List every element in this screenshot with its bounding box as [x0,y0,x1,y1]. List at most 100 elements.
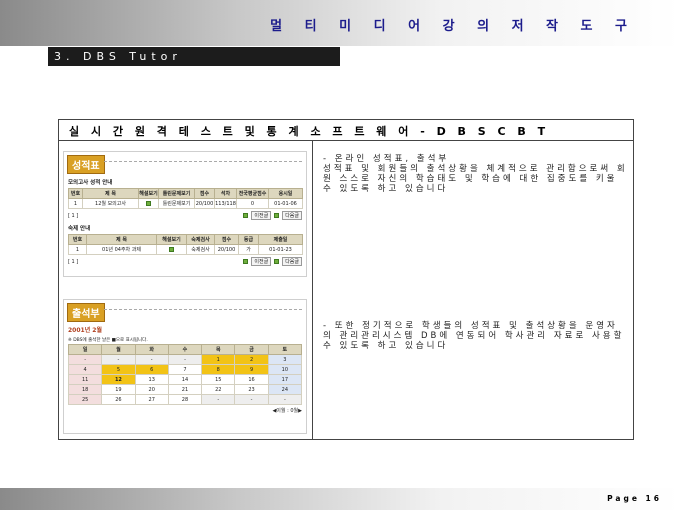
next-button[interactable]: 다음글 [282,257,302,266]
calendar-day: 27 [134,394,169,405]
exam-table: 번호 제 목 해설보기 틀린문제보기 점수 석차 전국평균점수 응시일 1 12… [68,188,303,209]
exam-header: 석차 [214,188,237,199]
calendar-day: 4 [67,364,103,375]
calendar-day: 16 [234,374,269,385]
homework-table: 번호 제 목 해설보기 숙제검사 점수 등급 제출일 1 01년 04주차 과제… [68,234,303,255]
hw-cell: 01-01-23 [258,244,303,255]
calendar-week: 4 5 6 7 8 9 10 [67,364,303,375]
calendar-day: 7 [167,364,203,375]
exam-cell: 0 [236,198,269,209]
exam-title-link[interactable]: 12월 모의고사 [82,198,139,209]
attendance-calendar: 일 월 화 수 목 금 토 - - - - 1 2 3 4 5 6 7 8 9 … [67,344,303,405]
table-row: 1 12월 모의고사 틀린문제보기 20/100 113/118 0 01-01… [68,198,303,209]
exam-section-title: 모의고사 성적 안내 [68,180,113,186]
calendar-day: 3 [267,354,303,365]
calendar-week: 25 26 27 28 - - - [67,394,303,405]
calendar-day: 11 [67,374,103,385]
wrong-answers-link[interactable]: 틀린문제보기 [158,198,195,209]
header-title: 멀 티 미 디 어 강 의 저 작 도 구 [270,19,636,34]
hw-header: 숙제검사 [186,234,215,245]
screenshot-column: 성적표 모의고사 성적 안내 번호 제 목 해설보기 틀린문제보기 점수 석차 … [59,141,313,439]
calendar-day: 28 [167,394,203,405]
exam-count: [ 1 ] [68,212,79,219]
calendar-day: - [134,354,169,365]
calendar-week: 11 12 13 14 15 16 17 [67,374,303,385]
exam-header: 틀린문제보기 [158,188,195,199]
description-records: - 또한 정기적으로 학생들의 성적표 및 출석상황을 운영자의 관리관리시스템… [323,321,625,351]
hw-pager: [ 1 ] 이전글 다음글 [68,257,302,266]
exam-header: 번호 [68,188,83,199]
description-column: - 온라인 성적표, 출석부 성적표 및 회원들의 출석상황을 체계적으로 관리… [313,141,633,439]
calendar-day: 9 [234,364,269,375]
calendar-day: 5 [101,364,136,375]
calendar-day: 19 [101,384,136,395]
calendar-week: - - - - 1 2 3 [67,354,303,365]
title-divider [104,309,302,310]
hw-section-title: 숙제 안내 [68,226,91,232]
weekday-header: 금 [234,344,269,355]
calendar-day: 13 [134,374,169,385]
hw-header: 점수 [214,234,239,245]
content-frame: 실 시 간 원 격 테 스 트 및 통 계 소 프 트 웨 어 - D B S … [58,119,634,440]
hw-header: 번호 [68,234,87,245]
hw-header: 해설보기 [156,234,187,245]
hw-cell: 1 [68,244,87,255]
calendar-day: - [101,354,136,365]
hw-header: 제출일 [258,234,303,245]
calendar-week: 18 19 20 21 22 23 24 [67,384,303,395]
explanation-icon[interactable] [169,246,174,252]
attendance-month: 2001년 2월 [68,327,103,334]
hw-header: 제 목 [86,234,157,245]
calendar-day: 20 [134,384,169,395]
calendar-day: 2 [234,354,269,365]
hw-cell: 가 [238,244,259,255]
next-button[interactable]: 다음글 [282,211,302,220]
exam-cell: 113/118 [214,198,237,209]
prev-button[interactable]: 이전글 [251,211,272,220]
calendar-day: 26 [101,394,136,405]
calendar-day-today: 12 [101,374,136,385]
footer-bar [0,488,680,510]
prev-button[interactable]: 이전글 [251,257,272,266]
calendar-day: 1 [201,354,236,365]
next-icon [274,259,280,264]
grade-panel: 성적표 모의고사 성적 안내 번호 제 목 해설보기 틀린문제보기 점수 석차 … [63,151,307,277]
exam-cell: 01-01-06 [268,198,303,209]
calendar-day: 15 [201,374,236,385]
calendar-day: 6 [134,364,169,375]
hw-cell [156,244,187,255]
calendar-day: 21 [167,384,203,395]
grade-panel-title: 성적표 [67,155,105,174]
section-label: 3. DBS Tutor [48,47,340,66]
title-divider [104,161,302,162]
attendance-panel: 출석부 2001년 2월 ※ DBS에 출석한 날은 ■으로 표시됩니다. 일 … [63,299,307,434]
weekday-header: 수 [167,344,203,355]
exam-header: 점수 [194,188,215,199]
weekday-header: 목 [201,344,236,355]
attendance-note: ※ DBS에 출석한 날은 ■으로 표시됩니다. [68,338,148,343]
exam-header: 제 목 [82,188,139,199]
explanation-icon[interactable] [146,200,151,206]
calendar-day: 8 [201,364,236,375]
weekday-header: 월 [101,344,136,355]
exam-header: 전국평균점수 [236,188,269,199]
calendar-day: - [67,354,103,365]
hw-check-link[interactable]: 숙제검사 [186,244,215,255]
weekday-header: 일 [67,344,103,355]
attendance-panel-title: 출석부 [67,303,105,322]
calendar-day: 25 [67,394,103,405]
next-icon [274,213,280,218]
hw-title-link[interactable]: 01년 04주차 과제 [86,244,157,255]
calendar-day: - [234,394,269,405]
hw-cell: 20/100 [214,244,239,255]
exam-cell: 1 [68,198,83,209]
page-number: Page 16 [607,494,662,503]
hw-header: 등급 [238,234,259,245]
table-row: 1 01년 04주차 과제 숙제검사 20/100 가 01-01-23 [68,244,303,255]
month-nav[interactable]: ◀이월 : 0월▶ [68,407,302,414]
calendar-day: 23 [234,384,269,395]
weekday-header: 토 [267,344,303,355]
calendar-day: 18 [67,384,103,395]
hw-count: [ 1 ] [68,258,79,265]
calendar-day: - [167,354,203,365]
